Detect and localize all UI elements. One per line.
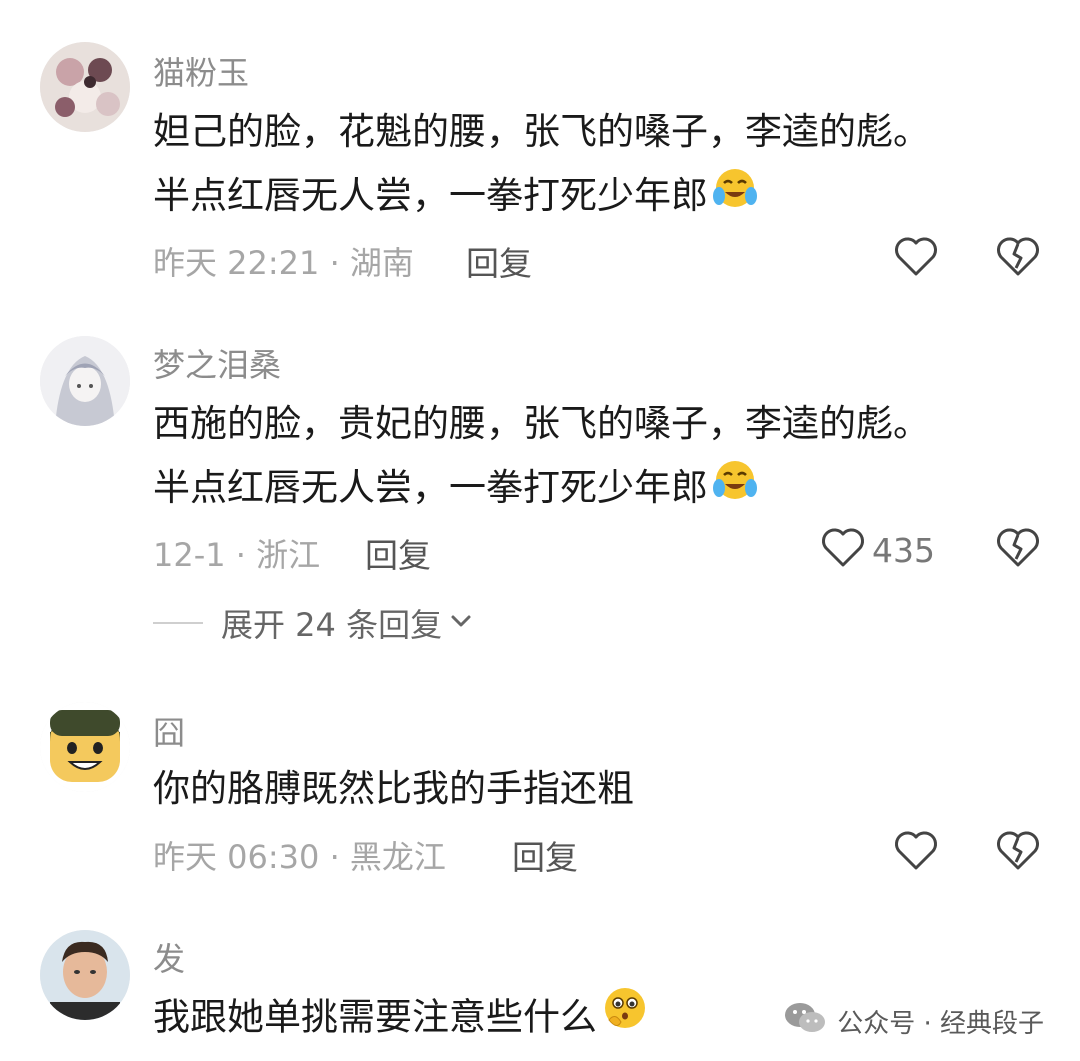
broken-heart-icon [995, 237, 1041, 282]
like-button[interactable] [893, 830, 939, 876]
comment-line: 半点红唇无人尝，一拳打死少年郎 [153, 456, 930, 522]
heart-outline-icon [893, 236, 939, 282]
broken-heart-icon [995, 831, 1041, 876]
comment-meta: 昨天 22:21 · 湖南 [153, 244, 414, 282]
broken-heart-icon [995, 528, 1041, 573]
comment-line: 你的胳膊既然比我的手指还粗 [153, 767, 634, 810]
comment-line: 我跟她单挑需要注意些什么 [153, 984, 651, 1054]
comment-line: 半点红唇无人尝，一拳打死少年郎 [153, 164, 930, 230]
crying-laughing-emoji-icon [710, 458, 760, 522]
username[interactable]: 梦之泪桑 [153, 340, 281, 386]
like-button[interactable] [893, 236, 939, 282]
username[interactable]: 囧 [153, 708, 185, 754]
chevron-down-icon [450, 613, 472, 633]
comment-meta: 12-1 · 浙江 [153, 536, 321, 574]
comment-text: 妲己的脸，花魁的腰，张飞的嗓子，李逵的彪。 半点红唇无人尝，一拳打死少年郎 [153, 100, 930, 230]
avatar[interactable] [40, 702, 130, 792]
comment-line: 西施的脸，贵妃的腰，张飞的嗓子，李逵的彪。 [153, 402, 930, 445]
username[interactable]: 发 [153, 934, 185, 980]
dislike-button[interactable] [995, 527, 1041, 573]
reply-button[interactable]: 回复 [512, 831, 578, 879]
avatar[interactable] [40, 336, 130, 426]
reply-button[interactable]: 回复 [365, 529, 431, 577]
username[interactable]: 猫粉玉 [153, 48, 249, 94]
watermark: 公众号 · 经典段子 [783, 1000, 1044, 1043]
like-count: 435 [872, 530, 935, 570]
crying-laughing-emoji-icon [710, 166, 760, 230]
comment-text: 西施的脸，贵妃的腰，张飞的嗓子，李逵的彪。 半点红唇无人尝，一拳打死少年郎 [153, 392, 930, 522]
comment-text: 我跟她单挑需要注意些什么 [153, 984, 651, 1054]
like-button[interactable]: 435 [820, 527, 935, 573]
comment-meta: 昨天 06:30 · 黑龙江 [153, 838, 446, 876]
heart-outline-icon [820, 527, 866, 573]
dislike-button[interactable] [995, 830, 1041, 876]
heart-outline-icon [893, 830, 939, 876]
watermark-text: 公众号 · 经典段子 [837, 1009, 1044, 1039]
expand-replies-button[interactable]: 展开 24 条回复 [153, 600, 472, 646]
thinking-emoji-icon [599, 984, 651, 1054]
avatar[interactable] [40, 930, 130, 1020]
wechat-logo-icon [783, 1000, 827, 1043]
divider [153, 622, 203, 624]
dislike-button[interactable] [995, 236, 1041, 282]
reply-button[interactable]: 回复 [466, 237, 532, 285]
comment-line: 妲己的脸，花魁的腰，张飞的嗓子，李逵的彪。 [153, 110, 930, 153]
expand-replies-label: 展开 24 条回复 [221, 606, 443, 644]
comment-text: 你的胳膊既然比我的手指还粗 [153, 757, 634, 821]
avatar[interactable] [40, 42, 130, 132]
